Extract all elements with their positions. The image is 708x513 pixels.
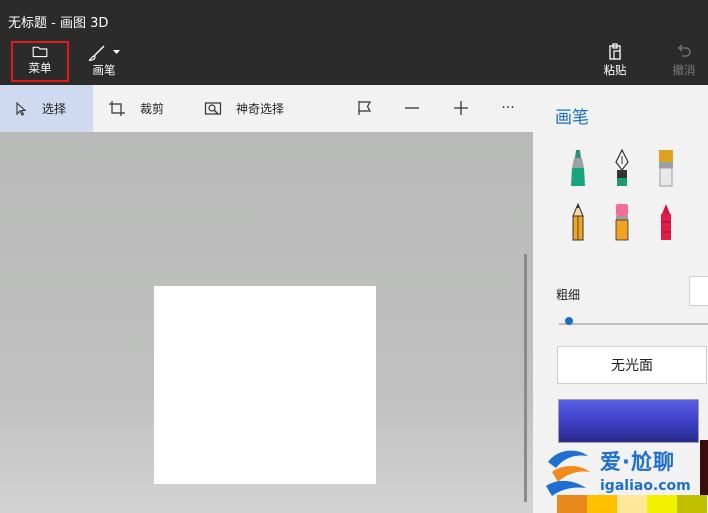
brushes-button[interactable]: 画笔 bbox=[84, 42, 124, 82]
thickness-label: 粗细 bbox=[556, 288, 581, 302]
select-tool[interactable]: 选择 bbox=[0, 85, 93, 132]
menu-button[interactable]: 菜单 bbox=[11, 41, 69, 82]
magic-select-label: 神奇选择 bbox=[236, 102, 285, 116]
watermark: 爱·尬聊 igaliao.com bbox=[538, 440, 708, 500]
zoom-in-icon[interactable] bbox=[451, 98, 471, 118]
panel-title: 画笔 bbox=[555, 108, 589, 128]
undo-button[interactable]: 撤消 bbox=[667, 42, 701, 82]
marker-icon[interactable] bbox=[565, 148, 591, 188]
watermark-logo-icon bbox=[546, 450, 590, 496]
paste-button[interactable]: 粘贴 bbox=[598, 42, 632, 82]
select-label: 选择 bbox=[42, 102, 67, 116]
calligraphy-pen-icon[interactable] bbox=[609, 148, 635, 188]
title-bar: 无标题 - 画图 3D bbox=[0, 0, 708, 38]
crop-label: 裁剪 bbox=[140, 102, 165, 116]
finish-label: 无光面 bbox=[611, 358, 653, 374]
crop-tool[interactable]: 裁剪 bbox=[108, 85, 164, 132]
menu-label: 菜单 bbox=[28, 61, 52, 75]
undo-label: 撤消 bbox=[672, 63, 696, 77]
paste-icon bbox=[609, 43, 621, 60]
watermark-url: igaliao.com bbox=[600, 478, 691, 494]
thickness-input[interactable] bbox=[689, 276, 708, 306]
undo-icon bbox=[678, 44, 691, 57]
zoom-out-icon[interactable] bbox=[402, 98, 422, 118]
vertical-scrollbar[interactable] bbox=[524, 254, 527, 502]
brush-icon bbox=[88, 45, 120, 61]
drawing-canvas[interactable] bbox=[154, 286, 376, 484]
selected-color-swatch[interactable] bbox=[558, 399, 699, 443]
paste-label: 粘贴 bbox=[603, 63, 627, 77]
magic-select-tool[interactable]: 神奇选择 bbox=[204, 85, 284, 132]
oil-brush-icon[interactable] bbox=[653, 148, 679, 188]
pencil-icon[interactable] bbox=[565, 202, 591, 242]
crop-icon bbox=[109, 100, 125, 116]
canvas-workspace[interactable] bbox=[0, 132, 533, 513]
crayon-icon[interactable] bbox=[653, 202, 679, 242]
cursor-icon bbox=[16, 101, 27, 116]
window-title: 无标题 - 画图 3D bbox=[8, 16, 109, 31]
top-ribbon: 菜单 画笔 粘贴 撤消 bbox=[0, 38, 708, 85]
tool-bar: 选择 裁剪 神奇选择 ··· bbox=[0, 85, 533, 132]
watermark-text: 爱·尬聊 bbox=[600, 450, 675, 474]
thickness-slider-thumb[interactable] bbox=[565, 317, 573, 325]
magic-select-icon bbox=[204, 101, 222, 115]
folder-icon bbox=[32, 46, 48, 58]
more-options-button[interactable]: ··· bbox=[498, 98, 518, 118]
thickness-slider[interactable] bbox=[559, 323, 708, 325]
flag-icon[interactable] bbox=[355, 98, 375, 118]
finish-dropdown[interactable]: 无光面 bbox=[557, 346, 707, 384]
eraser-icon[interactable] bbox=[609, 202, 635, 242]
brushes-label: 画笔 bbox=[92, 63, 116, 77]
